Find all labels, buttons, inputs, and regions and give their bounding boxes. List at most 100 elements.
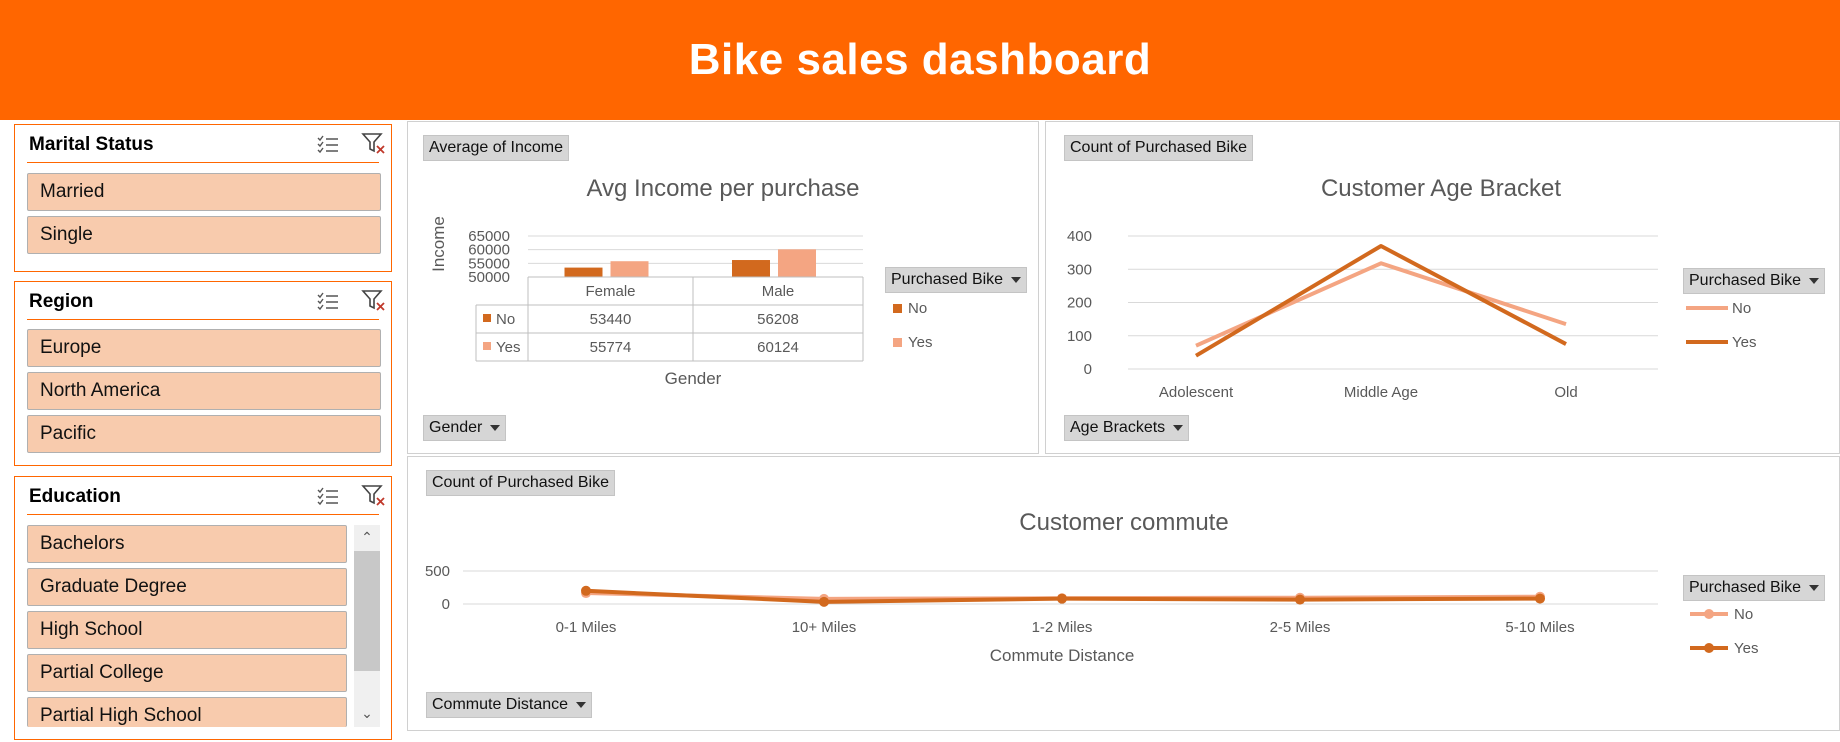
legend-field-label: Purchased Bike [1689,579,1802,596]
legend-field-button[interactable]: Purchased Bike [1683,268,1826,294]
scroll-down-icon[interactable]: ⌄ [354,701,380,725]
table-legend-key [483,342,491,350]
table-header: Female [585,283,635,300]
y-tick-label: 0 [1084,361,1092,378]
table-cell: 56208 [757,311,799,328]
dropdown-arrow-icon [490,424,501,431]
axis-field-label: Age Brackets [1070,419,1166,436]
table-legend-key [483,314,491,322]
dropdown-arrow-icon [1011,276,1022,283]
slicer-item-high-school[interactable]: High School [27,611,347,649]
legend-field-button[interactable]: Purchased Bike [1683,575,1826,601]
data-point-no [1057,593,1067,604]
legend-label-yes: Yes [1732,334,1756,351]
legend-field-button[interactable]: Purchased Bike [885,267,1028,293]
axis-field-label: Gender [429,419,483,436]
bar-no [732,260,770,277]
slicer-item-bachelors[interactable]: Bachelors [27,525,347,563]
multi-select-icon[interactable] [315,288,341,314]
slicer-region: Region Europe North America Pacific [14,281,392,466]
legend-label-no: No [1734,606,1753,623]
legend-field-label: Purchased Bike [1689,272,1802,289]
axis-field-button[interactable]: Commute Distance [426,692,593,718]
slicer-title: Education [29,486,121,507]
table-cell: 60124 [757,339,799,356]
x-tick-label: 5-10 Miles [1505,619,1574,636]
data-point-no [819,593,829,604]
income-chart-panel: Average of Income Gender Purchased Bike … [407,121,1039,454]
clear-filter-icon[interactable] [361,288,387,314]
dropdown-arrow-icon [1809,584,1820,591]
y-tick-label: 55000 [468,255,510,272]
y-tick-label: 100 [1067,328,1092,345]
multi-select-icon[interactable] [315,483,341,509]
slicer-item-partial-high-school[interactable]: Partial High School [27,697,347,727]
x-axis-label: Gender [665,369,722,388]
slicer-scrollbar[interactable]: ⌃ ⌄ [354,525,380,727]
chart-title: Customer Age Bracket [1321,175,1561,202]
slicer-item-europe[interactable]: Europe [27,329,381,367]
slicer-item-single[interactable]: Single [27,216,381,254]
table-cell: 53440 [590,311,632,328]
dropdown-arrow-icon [576,701,587,708]
x-tick-label: 2-5 Miles [1270,619,1331,636]
legend-label-no: No [1732,300,1751,317]
x-tick-label: Adolescent [1159,384,1234,401]
value-field-button[interactable]: Count of Purchased Bike [1064,135,1253,161]
series-line-no [1195,261,1567,348]
slicer-item-north-america[interactable]: North America [27,372,381,410]
data-point-yes [819,596,829,607]
scroll-thumb[interactable] [354,551,380,671]
data-point-no [1295,592,1305,603]
x-tick-label: 10+ Miles [792,619,857,636]
y-tick-label: 300 [1067,261,1092,278]
table-row-label: Yes [496,339,520,356]
chart-title: Customer commute [1019,509,1228,536]
slicer-title: Region [29,291,94,312]
clear-filter-icon[interactable] [361,131,387,157]
slicer-header: Marital Status [27,125,385,163]
data-point-no [581,588,591,599]
legend-key-no [893,304,902,313]
series-line-no [585,591,1541,601]
axis-field-button[interactable]: Gender [423,415,507,441]
x-tick-label: Old [1554,384,1577,401]
slicer-item-married[interactable]: Married [27,173,381,211]
x-tick-label: 0-1 Miles [556,619,617,636]
y-tick-label: 500 [425,563,450,580]
value-field-button[interactable]: Count of Purchased Bike [426,470,615,496]
y-tick-label: 0 [442,596,450,613]
commute-chart: Customer commute 500 0 0-1 Miles 10+ Miles 1-… [425,509,1759,665]
multi-select-icon[interactable] [315,131,341,157]
legend-label-no: No [908,300,927,317]
axis-field-button[interactable]: Age Brackets [1064,415,1190,441]
slicer-item-partial-college[interactable]: Partial College [27,654,347,692]
value-field-button[interactable]: Average of Income [423,135,570,161]
scroll-up-icon[interactable]: ⌃ [354,525,380,549]
y-tick-label: 50000 [468,269,510,286]
dashboard-title: Bike sales dashboard [688,35,1152,84]
x-axis-label: Commute Distance [990,646,1135,665]
legend-label-yes: Yes [908,334,932,351]
legend-label-yes: Yes [1734,640,1758,657]
table-header: Male [762,283,795,300]
slicer-header: Region [27,282,385,320]
data-point-yes [1295,594,1305,605]
data-point-yes [1057,593,1067,604]
y-tick-label: 200 [1067,295,1092,312]
slicer-education: Education Bachelors Graduate Degree High… [14,476,392,740]
table-cell: 55774 [590,339,632,356]
chart-title: Avg Income per purchase [586,175,859,202]
dropdown-arrow-icon [1173,424,1184,431]
x-tick-label: 1-2 Miles [1032,619,1093,636]
y-tick-label: 65000 [468,228,510,245]
axis-field-label: Commute Distance [432,696,569,713]
slicer-item-graduate-degree[interactable]: Graduate Degree [27,568,347,606]
table-row-label: No [496,311,515,328]
age-chart-panel: Count of Purchased Bike Age Brackets Pur… [1045,121,1840,454]
legend-marker-no [1704,609,1714,619]
slicer-item-pacific[interactable]: Pacific [27,415,381,453]
clear-filter-icon[interactable] [361,483,387,509]
dashboard-header: Bike sales dashboard [0,0,1840,120]
legend-key-yes [893,338,902,347]
